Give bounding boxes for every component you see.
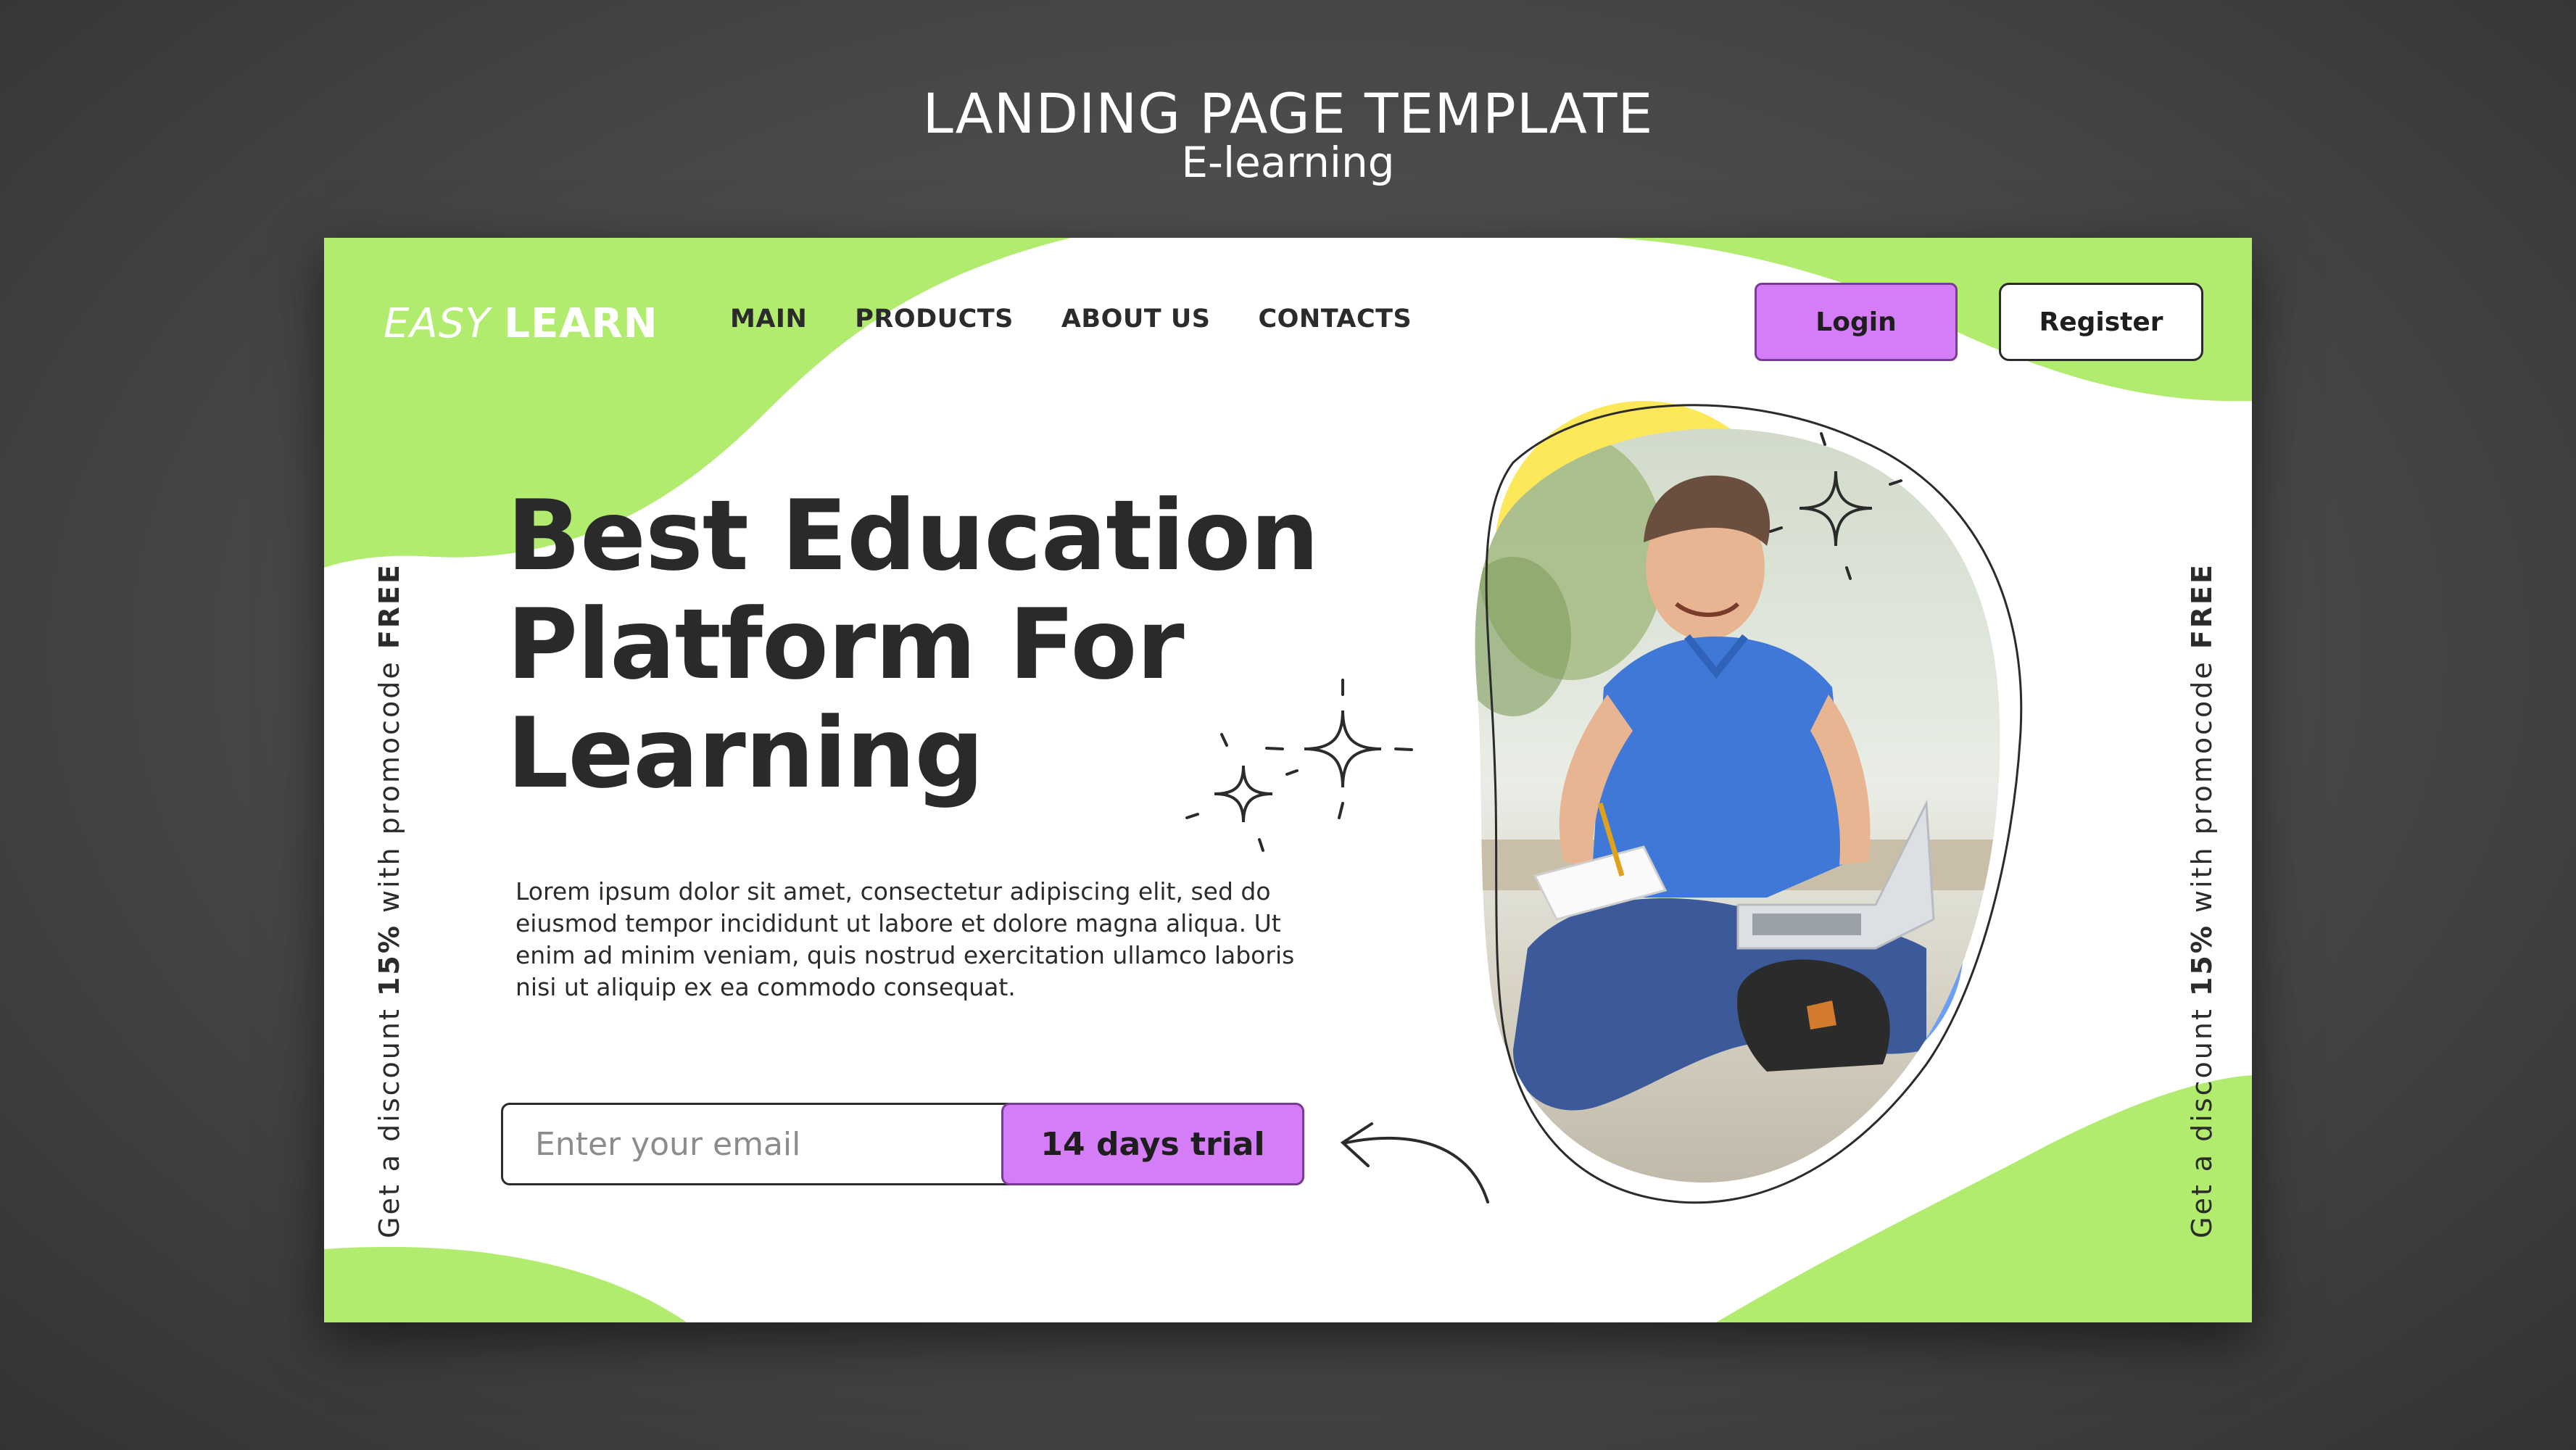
promo-discount: 15%: [2186, 924, 2218, 997]
hero-image: [1475, 401, 2023, 1204]
landing-page: EASY LEARN MAIN PRODUCTS ABOUT US CONTAC…: [324, 238, 2252, 1322]
nav-item-about-us[interactable]: ABOUT US: [1061, 304, 1211, 334]
email-signup-form: 14 days trial: [501, 1103, 1304, 1185]
green-blob-bottom-left: [324, 1246, 687, 1322]
promo-discount: 15%: [373, 924, 405, 997]
promo-text: Get a discount: [2186, 996, 2218, 1238]
nav-item-products[interactable]: PRODUCTS: [855, 304, 1014, 334]
login-button[interactable]: Login: [1755, 283, 1958, 361]
logo-learn: LEARN: [504, 300, 658, 347]
student-photo: [1475, 428, 2000, 1183]
hero-title-line: Best Education: [507, 479, 1320, 592]
hero-title: Best Education Platform For Learning: [507, 481, 1449, 808]
promo-text: with promocode: [373, 649, 405, 924]
nav-item-main[interactable]: MAIN: [730, 304, 807, 334]
hero-description: Lorem ipsum dolor sit amet, consectetur …: [515, 877, 1295, 1001]
hero-title-line: Learning: [507, 697, 984, 810]
nav-item-contacts[interactable]: CONTACTS: [1258, 304, 1412, 334]
showcase-subtitle: E-learning: [1181, 138, 1395, 187]
showcase-title: LANDING PAGE TEMPLATE: [922, 81, 1654, 146]
logo-easy: EASY: [384, 300, 491, 347]
hero-title-line: Platform For: [507, 588, 1185, 701]
email-input[interactable]: [503, 1105, 996, 1183]
trial-button[interactable]: 14 days trial: [1001, 1103, 1304, 1185]
side-promo-right: Get a discount 15% with promocode FREE: [2180, 513, 2224, 1238]
promo-code: FREE: [2186, 563, 2218, 650]
side-promo-left: Get a discount 15% with promocode FREE: [368, 513, 411, 1238]
promo-text: with promocode: [2186, 649, 2218, 924]
register-button[interactable]: Register: [1999, 283, 2203, 361]
promo-text: Get a discount: [373, 996, 405, 1238]
main-nav: MAIN PRODUCTS ABOUT US CONTACTS: [730, 304, 1459, 334]
logo[interactable]: EASY LEARN: [384, 300, 658, 347]
promo-code: FREE: [373, 563, 405, 650]
